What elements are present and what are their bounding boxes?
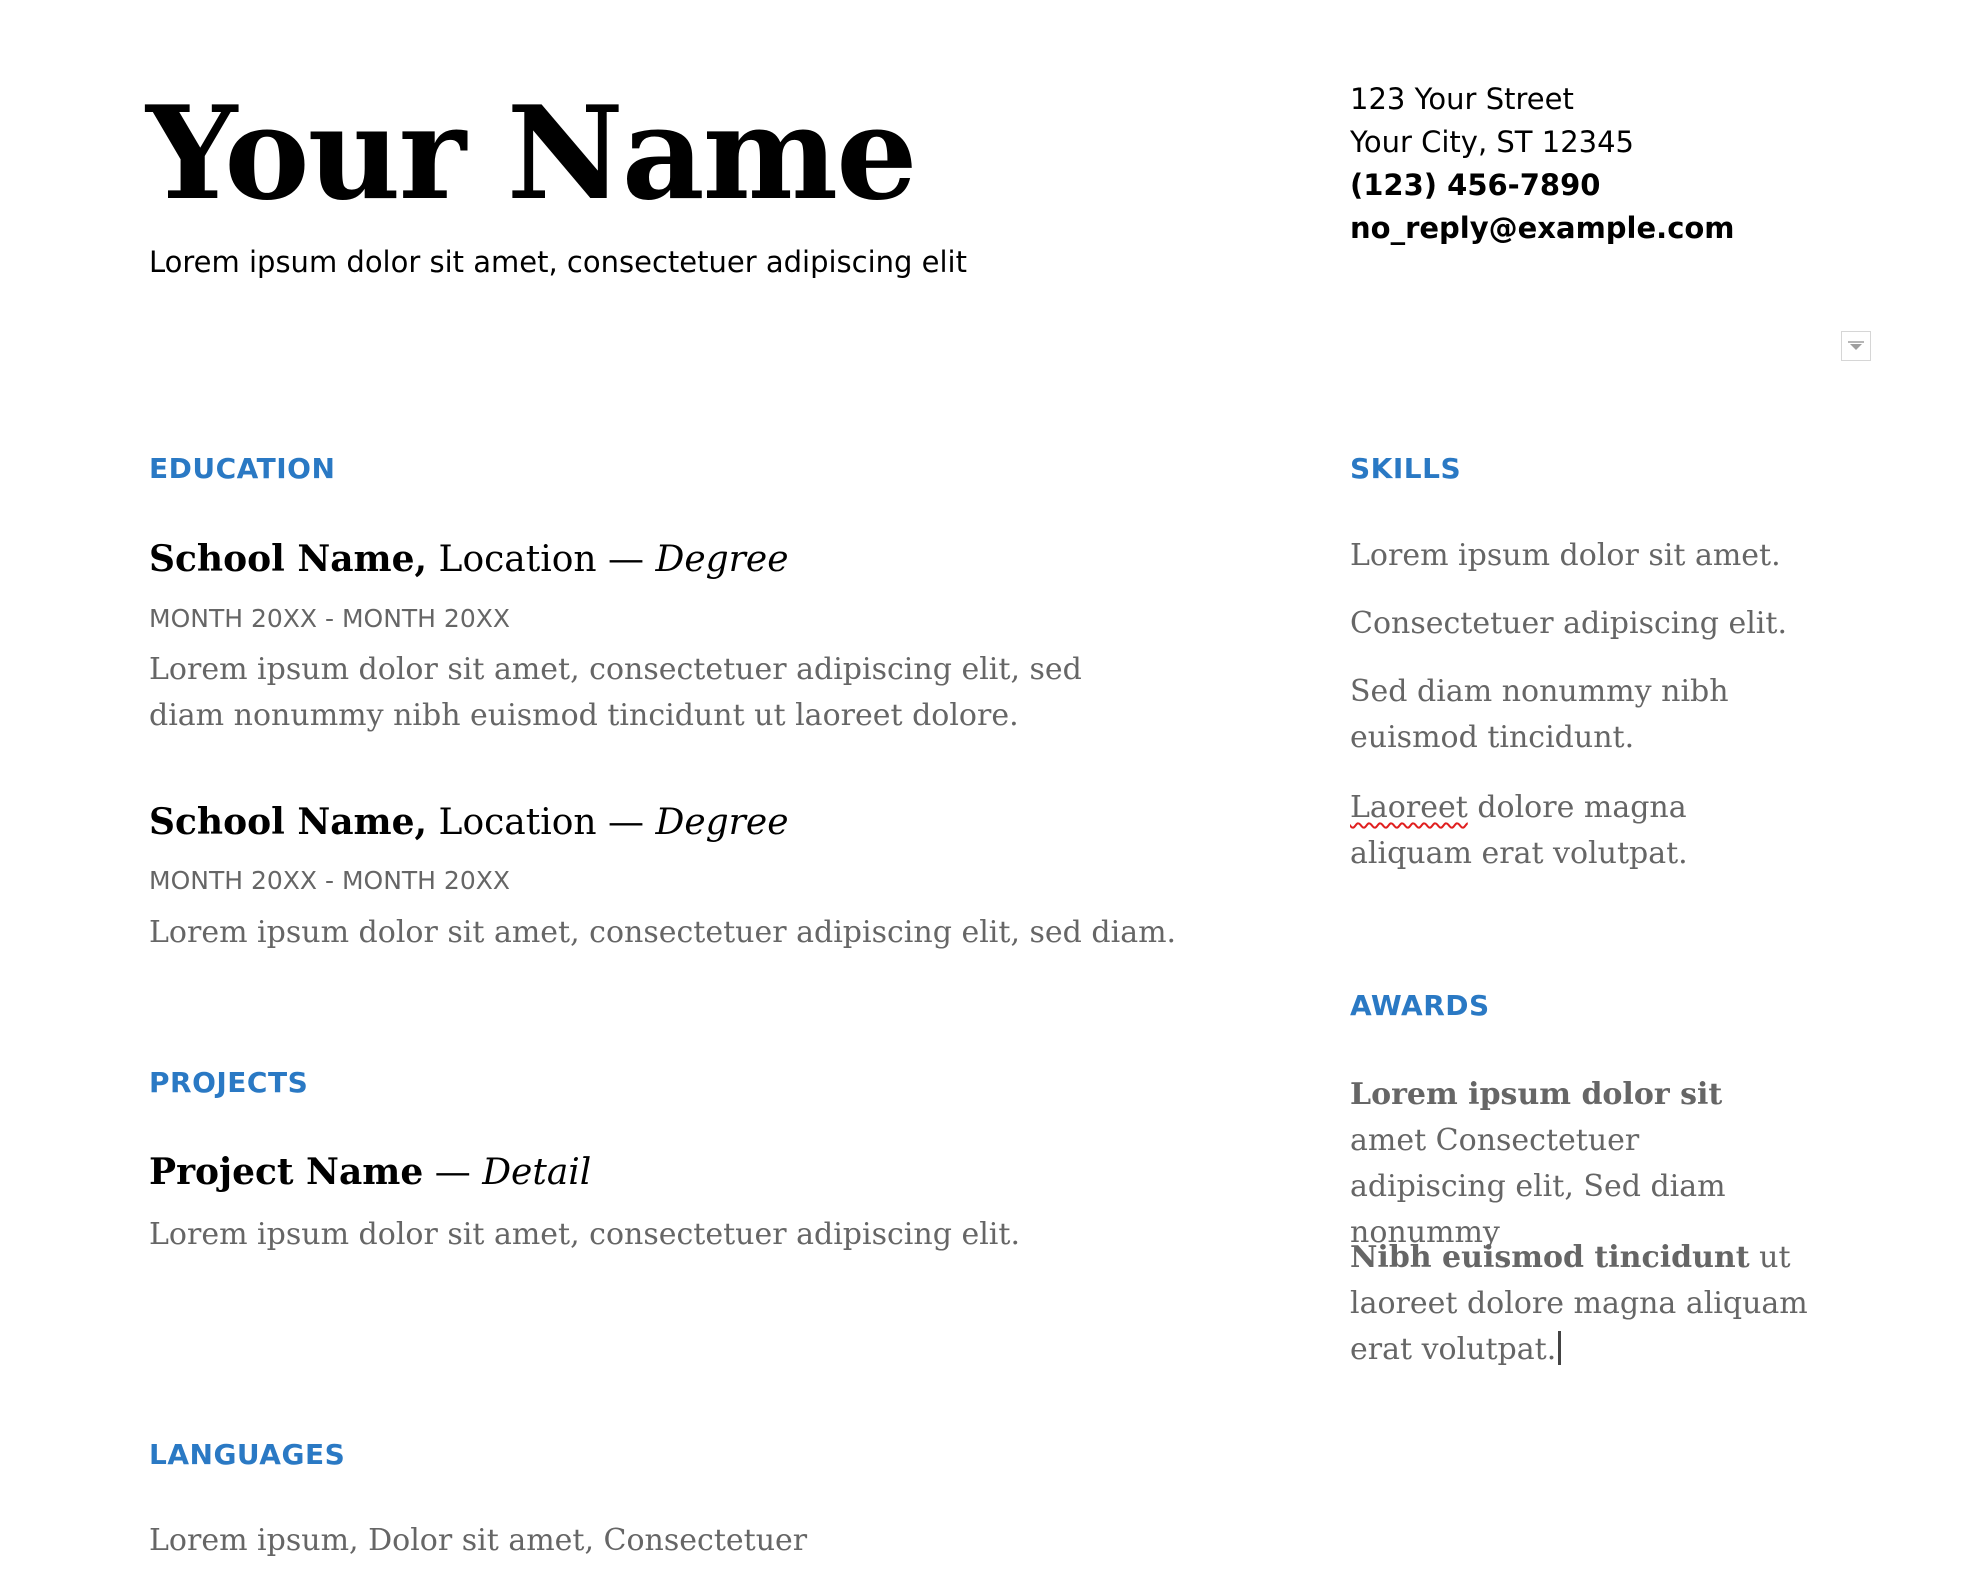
education-heading[interactable]: EDUCATION: [149, 452, 335, 485]
project-detail: Detail: [482, 1152, 592, 1193]
resume-name[interactable]: Your Name: [146, 78, 917, 232]
school-degree: Degree: [655, 539, 789, 580]
contact-city[interactable]: Your City, ST 12345: [1350, 121, 1735, 164]
project-name: Project Name: [149, 1151, 424, 1193]
school-location: Location —: [427, 539, 656, 580]
skills-item[interactable]: Laoreet dolore magna aliquam erat volutp…: [1350, 785, 1750, 877]
education-entry-1-description[interactable]: Lorem ipsum dolor sit amet, consectetuer…: [149, 647, 1159, 739]
project-entry-1-description[interactable]: Lorem ipsum dolor sit amet, consectetuer…: [149, 1212, 1020, 1258]
resume-tagline[interactable]: Lorem ipsum dolor sit amet, consectetuer…: [149, 245, 967, 279]
education-entry-1-title[interactable]: School Name, Location — Degree: [149, 538, 789, 580]
awards-item[interactable]: Nibh euismod tincidunt ut laoreet dolore…: [1350, 1235, 1810, 1373]
award-text: amet Consectetuer adipiscing elit, Sed d…: [1350, 1123, 1726, 1250]
school-degree: Degree: [655, 802, 789, 843]
education-entry-1-dates[interactable]: MONTH 20XX - MONTH 20XX: [149, 604, 510, 633]
skills-item[interactable]: Consectetuer adipiscing elit.: [1350, 601, 1830, 647]
chevron-down-icon: [1848, 341, 1864, 350]
school-name: School Name,: [149, 538, 428, 580]
skills-heading[interactable]: SKILLS: [1350, 452, 1461, 485]
languages-heading[interactable]: LANGUAGES: [149, 1438, 345, 1471]
contact-email[interactable]: no_reply@example.com: [1350, 207, 1735, 250]
contact-block: 123 Your Street Your City, ST 12345 (123…: [1350, 78, 1735, 250]
projects-heading[interactable]: PROJECTS: [149, 1066, 308, 1099]
school-location: Location —: [427, 802, 656, 843]
misspelled-word[interactable]: Laoreet: [1350, 790, 1468, 825]
languages-text[interactable]: Lorem ipsum, Dolor sit amet, Consectetue…: [149, 1518, 807, 1564]
awards-item[interactable]: Lorem ipsum dolor sit amet Consectetuer …: [1350, 1072, 1790, 1256]
contact-street[interactable]: 123 Your Street: [1350, 78, 1735, 121]
skills-item[interactable]: Lorem ipsum dolor sit amet.: [1350, 533, 1830, 579]
contact-phone[interactable]: (123) 456-7890: [1350, 164, 1735, 207]
text-cursor: [1558, 1331, 1562, 1365]
skills-item[interactable]: Sed diam nonummy nibh euismod tincidunt.: [1350, 669, 1770, 761]
award-title: Lorem ipsum dolor sit: [1350, 1077, 1723, 1112]
education-entry-2-dates[interactable]: MONTH 20XX - MONTH 20XX: [149, 866, 510, 895]
education-entry-2-title[interactable]: School Name, Location — Degree: [149, 801, 789, 843]
resume-page: Your Name Lorem ipsum dolor sit amet, co…: [0, 0, 1984, 1571]
project-separator: —: [423, 1152, 483, 1193]
project-entry-1-title[interactable]: Project Name — Detail: [149, 1151, 591, 1193]
award-title: Nibh euismod tincidunt: [1350, 1240, 1750, 1275]
awards-heading[interactable]: AWARDS: [1350, 989, 1490, 1022]
section-options-dropdown[interactable]: [1841, 331, 1871, 361]
school-name: School Name,: [149, 801, 428, 843]
education-entry-2-description[interactable]: Lorem ipsum dolor sit amet, consectetuer…: [149, 910, 1209, 956]
